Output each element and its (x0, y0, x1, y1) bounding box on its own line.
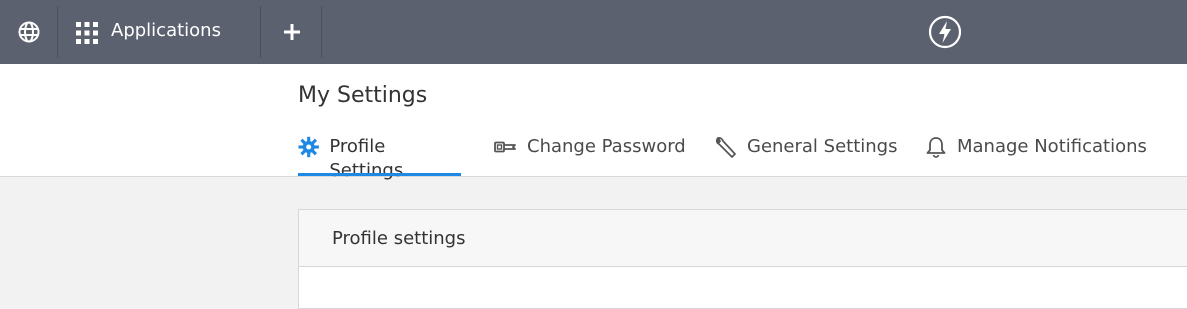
logo[interactable] (928, 15, 962, 49)
panel-title: Profile settings (332, 228, 466, 249)
top-navigation-bar: Applications (0, 0, 1187, 64)
tab-change-password[interactable]: Change Password (493, 135, 686, 177)
gear-icon (298, 136, 319, 158)
panel-header: Profile settings (299, 210, 1187, 267)
tab-general-settings[interactable]: General Settings (715, 135, 898, 177)
page-title: My Settings (298, 83, 428, 108)
profile-settings-panel: Profile settings (298, 209, 1187, 309)
tab-label: Change Password (527, 136, 686, 157)
applications-menu-button[interactable]: Applications (59, 6, 261, 58)
tab-profile-settings[interactable]: Profile Settings (298, 135, 461, 181)
globe-icon (18, 21, 39, 43)
bell-icon (926, 137, 946, 158)
tab-label: Manage Notifications (957, 136, 1147, 157)
language-button[interactable] (0, 6, 58, 58)
tab-label: Profile Settings (329, 136, 404, 181)
settings-header: My Settings Profile Settings Change Pass… (0, 64, 1187, 181)
key-icon (494, 141, 516, 153)
tab-label: General Settings (747, 136, 898, 157)
add-button[interactable] (262, 6, 322, 58)
tab-manage-notifications[interactable]: Manage Notifications (925, 135, 1147, 177)
applications-label: Applications (111, 20, 221, 41)
plus-icon (283, 24, 300, 40)
lightning-bolt-icon (928, 15, 962, 49)
apps-grid-icon (76, 22, 98, 44)
wrench-icon (715, 137, 736, 158)
